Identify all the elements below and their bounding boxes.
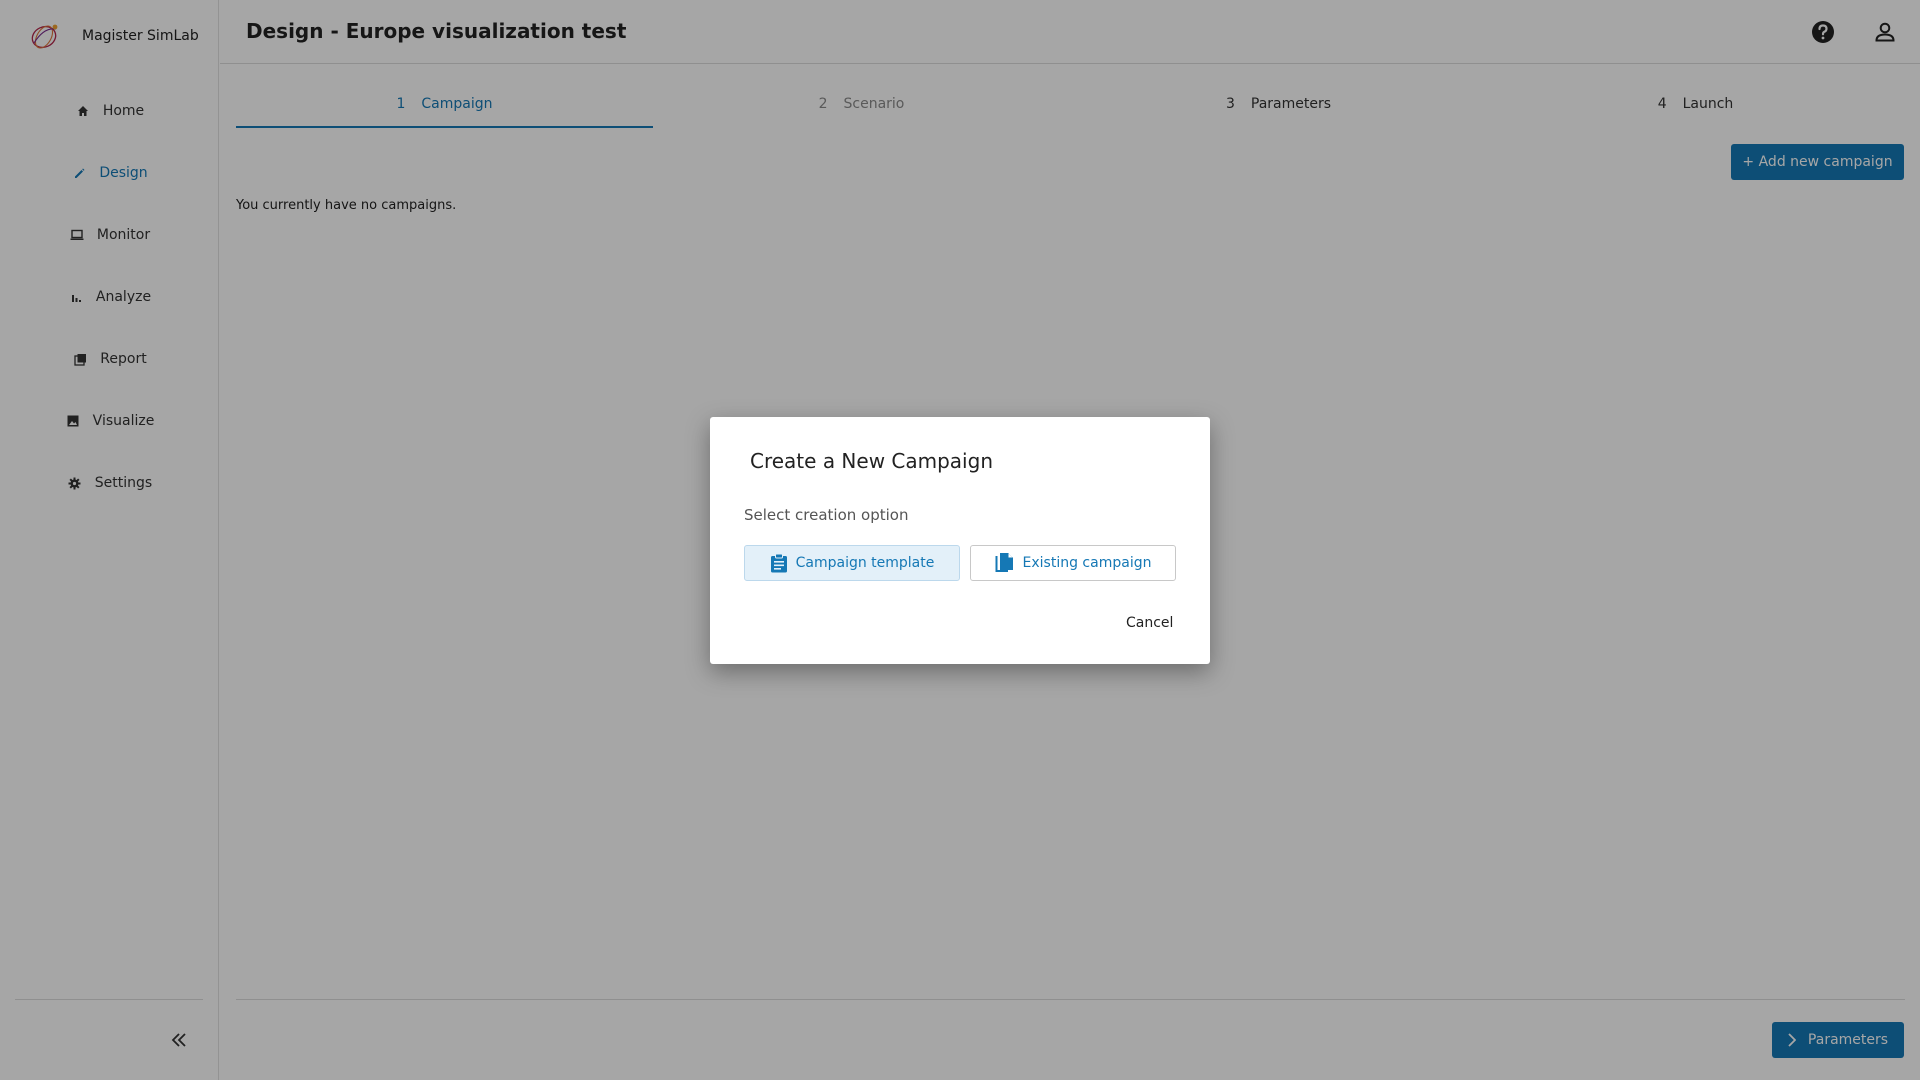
clipboard-icon <box>770 553 788 573</box>
copy-file-icon <box>995 552 1015 574</box>
existing-campaign-label: Existing campaign <box>1022 555 1152 571</box>
create-campaign-dialog: Create a New Campaign Select creation op… <box>710 417 1210 664</box>
cancel-button[interactable]: Cancel <box>1126 615 1173 631</box>
dialog-title: Create a New Campaign <box>750 449 993 473</box>
dialog-subtitle: Select creation option <box>744 506 909 524</box>
existing-campaign-button[interactable]: Existing campaign <box>970 545 1176 581</box>
campaign-template-button[interactable]: Campaign template <box>744 545 960 581</box>
campaign-template-label: Campaign template <box>795 555 935 571</box>
